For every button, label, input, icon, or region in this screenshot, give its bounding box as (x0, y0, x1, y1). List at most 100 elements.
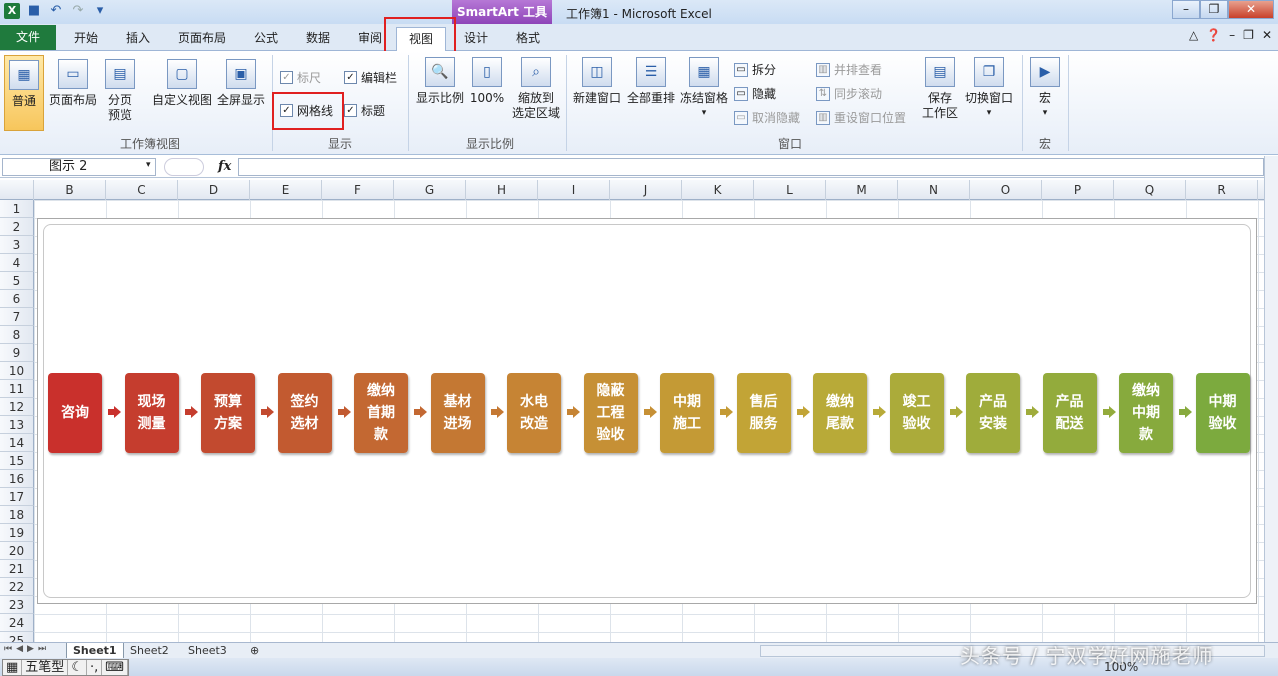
tab-data[interactable]: 数据 (296, 27, 340, 51)
vertical-scrollbar[interactable] (1264, 156, 1278, 642)
ime-punct-icon[interactable]: ·, (87, 660, 103, 675)
process-step[interactable]: 竣工 验收 (889, 373, 944, 453)
headings-checkbox[interactable]: ✓ 标题 (344, 102, 385, 119)
row-header[interactable]: 3 (0, 236, 34, 254)
zoom-100-button[interactable]: ▯ 100% (468, 57, 506, 106)
row-header[interactable]: 23 (0, 596, 34, 614)
row-header[interactable]: 13 (0, 416, 34, 434)
maximize-button[interactable]: ❐ (1200, 0, 1228, 19)
tab-format[interactable]: 格式 (506, 27, 550, 51)
tab-formulas[interactable]: 公式 (244, 27, 288, 51)
split-button[interactable]: ▭ 拆分 (734, 61, 776, 78)
macros-button[interactable]: ▶ 宏 ▾ (1026, 57, 1064, 121)
process-step[interactable]: 缴纳 中期款 (1119, 373, 1173, 453)
collapse-ribbon-icon[interactable]: △ (1189, 28, 1198, 42)
process-step[interactable]: 缴纳 尾款 (813, 373, 867, 453)
row-header[interactable]: 15 (0, 452, 34, 470)
ime-toolbar[interactable]: ▦ 五笔型 ☾ ·, ⌨ (2, 659, 129, 676)
minimize-button[interactable]: – (1172, 0, 1200, 19)
tab-design[interactable]: 设计 (454, 27, 498, 51)
next-sheet-icon[interactable]: ▶ (27, 644, 34, 654)
row-header[interactable]: 12 (0, 398, 34, 416)
help-icon[interactable]: ❓ (1206, 28, 1221, 42)
customize-qat-icon[interactable]: ▾ (92, 3, 108, 19)
ruler-checkbox[interactable]: ✓ 标尺 (280, 69, 321, 86)
process-step[interactable]: 签约 选材 (277, 373, 332, 453)
row-header[interactable]: 14 (0, 434, 34, 452)
page-layout-view-button[interactable]: ▭ 页面布局 (46, 59, 100, 108)
column-header[interactable]: C (106, 180, 178, 200)
row-header[interactable]: 20 (0, 542, 34, 560)
row-header[interactable]: 4 (0, 254, 34, 272)
reset-window-position-button[interactable]: ▥ 重设窗口位置 (816, 109, 906, 126)
row-header[interactable]: 7 (0, 308, 34, 326)
column-header[interactable]: K (682, 180, 754, 200)
smartart-graphic[interactable]: 咨询 现场 测量 预算 方案 签约 选材 缴纳 首期款基材 进场 水电 改造 隐蔽 工程 验收 中期 施工 售后服… (37, 218, 1257, 604)
tab-page-layout[interactable]: 页面布局 (170, 27, 234, 51)
custom-views-button[interactable]: ▢ 自定义视图 (150, 59, 214, 108)
formula-bar-checkbox[interactable]: ✓ 编辑栏 (344, 69, 397, 86)
select-all-corner[interactable] (0, 180, 34, 200)
last-sheet-icon[interactable]: ⏭ (38, 644, 46, 654)
row-header[interactable]: 1 (0, 200, 34, 218)
process-step[interactable]: 中期 验收 (1195, 373, 1250, 453)
hide-button[interactable]: ▭ 隐藏 (734, 85, 776, 102)
process-step[interactable]: 咨询 (48, 373, 102, 453)
process-step[interactable]: 缴纳 首期款 (354, 373, 408, 453)
process-step[interactable]: 产品 配送 (1042, 373, 1097, 453)
column-header[interactable]: H (466, 180, 538, 200)
zoom-button[interactable]: 🔍 显示比例 (414, 57, 466, 106)
column-header[interactable]: P (1042, 180, 1114, 200)
ime-keyboard-icon[interactable]: ⌨ (102, 660, 128, 675)
row-header[interactable]: 16 (0, 470, 34, 488)
sync-scroll-button[interactable]: ⇅ 同步滚动 (816, 85, 882, 102)
save-workspace-button[interactable]: ▤ 保存 工作区 (918, 57, 962, 121)
tab-home[interactable]: 开始 (64, 27, 108, 51)
column-header[interactable]: L (754, 180, 826, 200)
ime-name[interactable]: 五笔型 (22, 660, 69, 675)
process-step[interactable]: 预算 方案 (201, 373, 255, 453)
process-step[interactable]: 基材 进场 (430, 373, 485, 453)
zoom-to-selection-button[interactable]: ⌕ 缩放到 选定区域 (508, 57, 564, 121)
row-header[interactable]: 6 (0, 290, 34, 308)
name-box[interactable]: 图示 2 (2, 158, 156, 176)
close-button[interactable]: ✕ (1228, 0, 1274, 19)
column-header[interactable]: F (322, 180, 394, 200)
formula-bar-splitter[interactable] (164, 158, 204, 176)
arrange-all-button[interactable]: ☰ 全部重排 (624, 57, 678, 106)
row-header[interactable]: 22 (0, 578, 34, 596)
sheet-tab-3[interactable]: Sheet3 (182, 643, 233, 658)
column-header[interactable]: J (610, 180, 682, 200)
column-header[interactable]: N (898, 180, 970, 200)
first-sheet-icon[interactable]: ⏮ (4, 644, 12, 654)
row-header[interactable]: 9 (0, 344, 34, 362)
row-header[interactable]: 19 (0, 524, 34, 542)
column-header[interactable]: D (178, 180, 250, 200)
view-side-by-side-button[interactable]: ▥ 并排查看 (816, 61, 882, 78)
doc-minimize-icon[interactable]: – (1229, 28, 1235, 42)
row-header[interactable]: 18 (0, 506, 34, 524)
formula-input[interactable] (238, 158, 1264, 176)
row-header[interactable]: 11 (0, 380, 34, 398)
column-header[interactable]: B (34, 180, 106, 200)
process-step[interactable]: 隐蔽 工程 验收 (583, 373, 638, 453)
fullscreen-button[interactable]: ▣ 全屏显示 (214, 59, 268, 108)
process-step[interactable]: 售后 服务 (736, 373, 791, 453)
column-header[interactable]: E (250, 180, 322, 200)
undo-icon[interactable]: ↶ (48, 3, 64, 19)
doc-close-icon[interactable]: ✕ (1262, 28, 1272, 42)
doc-restore-icon[interactable]: ❐ (1243, 28, 1254, 42)
new-window-button[interactable]: ◫ 新建窗口 (570, 57, 624, 106)
switch-windows-button[interactable]: ❐ 切换窗口 ▾ (962, 57, 1016, 121)
prev-sheet-icon[interactable]: ◀ (16, 644, 23, 654)
tab-insert[interactable]: 插入 (116, 27, 160, 51)
row-header[interactable]: 5 (0, 272, 34, 290)
process-step[interactable]: 中期 施工 (660, 373, 714, 453)
unhide-button[interactable]: ▭ 取消隐藏 (734, 109, 800, 126)
row-header[interactable]: 2 (0, 218, 34, 236)
insert-function-icon[interactable]: fx (218, 159, 231, 174)
process-step[interactable]: 现场 测量 (124, 373, 179, 453)
column-header[interactable]: R (1186, 180, 1258, 200)
column-header[interactable]: O (970, 180, 1042, 200)
column-header[interactable]: Q (1114, 180, 1186, 200)
